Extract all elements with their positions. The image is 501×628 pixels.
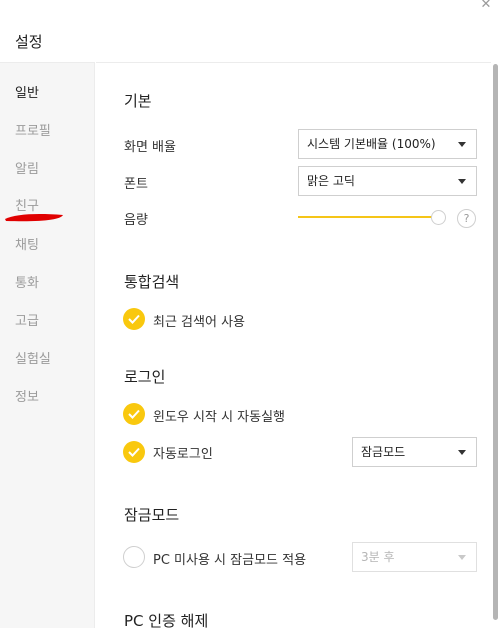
zoom-select-value: 시스템 기본배율 (100%): [307, 137, 436, 151]
autostart-checkbox[interactable]: [123, 403, 145, 425]
sidebar-item-advanced[interactable]: 고급: [15, 310, 39, 329]
volume-slider-handle[interactable]: [431, 210, 446, 225]
sidebar-item-friends[interactable]: 친구: [15, 195, 39, 214]
volume-label: 음량: [124, 213, 148, 228]
recent-search-label: 최근 검색어 사용: [153, 315, 245, 330]
chevron-down-icon: [458, 142, 466, 147]
page-title: 설정: [15, 33, 43, 51]
font-select[interactable]: 맑은 고딕: [298, 166, 477, 196]
section-pc-auth-title: PC 인증 해제: [124, 612, 209, 628]
help-icon[interactable]: ?: [457, 209, 476, 228]
section-search-title: 통합검색: [124, 273, 180, 291]
autostart-label: 윈도우 시작 시 자동실행: [153, 410, 285, 425]
autologin-mode-value: 잠금모드: [361, 445, 406, 459]
sidebar-item-notifications[interactable]: 알림: [15, 158, 39, 177]
autologin-checkbox[interactable]: [123, 441, 145, 463]
sidebar-item-call[interactable]: 통화: [15, 272, 39, 291]
sidebar-item-profile[interactable]: 프로필: [15, 120, 51, 139]
check-icon: [128, 409, 140, 419]
chevron-down-icon: [458, 179, 466, 184]
check-icon: [128, 314, 140, 324]
chevron-down-icon: [458, 450, 466, 455]
close-icon: ✕: [480, 0, 492, 12]
font-label: 폰트: [124, 177, 148, 192]
chevron-down-icon: [458, 555, 466, 560]
check-icon: [128, 447, 140, 457]
sidebar: [0, 62, 95, 628]
idle-lock-checkbox[interactable]: [123, 546, 145, 568]
section-lock-title: 잠금모드: [124, 506, 180, 524]
volume-slider-track[interactable]: [298, 216, 438, 218]
section-basic-title: 기본: [124, 92, 152, 110]
zoom-label: 화면 배율: [124, 140, 176, 155]
section-login-title: 로그인: [124, 368, 166, 386]
sidebar-item-chat[interactable]: 채팅: [15, 234, 39, 253]
sidebar-item-general[interactable]: 일반: [15, 82, 39, 101]
close-button[interactable]: ✕: [479, 0, 493, 12]
idle-time-value: 3분 후: [361, 550, 395, 564]
autologin-mode-select[interactable]: 잠금모드: [352, 437, 477, 467]
font-select-value: 맑은 고딕: [307, 174, 355, 188]
sidebar-item-info[interactable]: 정보: [15, 386, 39, 405]
autologin-label: 자동로그인: [153, 447, 213, 462]
idle-time-select[interactable]: 3분 후: [352, 542, 477, 572]
scrollbar[interactable]: [493, 64, 498, 620]
recent-search-checkbox[interactable]: [123, 308, 145, 330]
zoom-select[interactable]: 시스템 기본배율 (100%): [298, 129, 477, 159]
sidebar-item-labs[interactable]: 실험실: [15, 348, 51, 367]
idle-lock-label: PC 미사용 시 잠금모드 적용: [153, 553, 307, 568]
